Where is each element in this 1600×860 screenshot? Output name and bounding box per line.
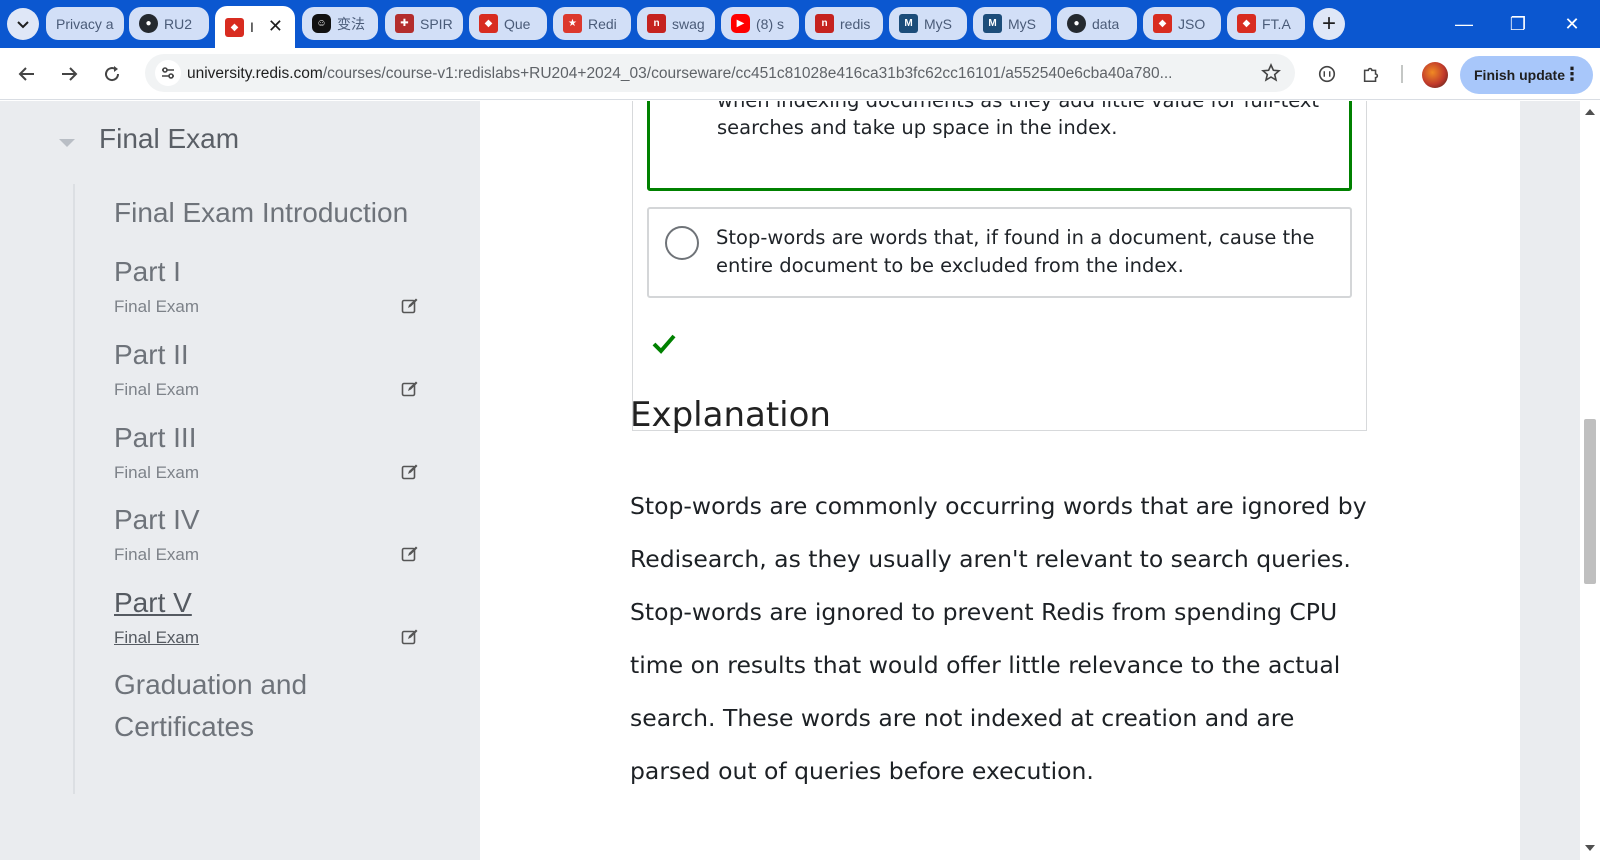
redis-cube-icon: ◆ [1153, 14, 1172, 33]
outline-divider [73, 184, 75, 794]
vertical-scrollbar[interactable] [1580, 101, 1600, 860]
nav-item-part-i[interactable]: Part I [114, 256, 181, 288]
minimize-icon: — [1455, 13, 1473, 34]
redis-cube-icon: ◆ [479, 14, 498, 33]
browser-tab[interactable]: ● data [1057, 7, 1137, 40]
minimize-button[interactable]: — [1452, 12, 1476, 36]
tab-search-button[interactable] [7, 8, 39, 40]
finish-update-label: Finish update [1474, 67, 1565, 83]
browser-tab[interactable]: ◆ FT.A [1227, 7, 1305, 40]
restore-button[interactable]: ❐ [1506, 12, 1530, 36]
redis-cube-icon: ◆ [1237, 14, 1256, 33]
github-icon: ● [139, 14, 158, 33]
nav-item-part-iv[interactable]: Part IV [114, 504, 200, 536]
restore-icon: ❐ [1509, 13, 1527, 34]
chat-bot-icon: ☺ [312, 14, 331, 33]
media-control-icon[interactable] [1316, 63, 1338, 85]
n-logo-icon: n [815, 14, 834, 33]
nav-item-subtitle[interactable]: Final Exam [114, 628, 199, 648]
plus-icon: + [1321, 10, 1336, 37]
mysql-icon: M [983, 14, 1002, 33]
browser-tab[interactable]: M MyS [973, 7, 1051, 40]
scroll-up-arrow-icon[interactable] [1585, 109, 1595, 115]
browser-tab[interactable]: ✚ SPIR [385, 7, 463, 40]
forward-button[interactable] [55, 60, 83, 88]
answer-option-text: Stop-words are commonly occurring words … [717, 101, 1319, 139]
course-outline-sidebar: Final Exam Final Exam Introduction Part … [0, 101, 480, 860]
finish-update-button[interactable]: Finish update ⋮ [1460, 56, 1593, 94]
nav-item-subtitle: Final Exam [114, 545, 200, 564]
explanation-heading: Explanation [630, 395, 831, 435]
edit-assignment-icon [401, 545, 419, 563]
nav-item-part-ii[interactable]: Part II [114, 339, 189, 371]
youtube-icon: ▶ [731, 14, 750, 33]
unit-content: Stop-words are commonly occurring words … [480, 101, 1520, 860]
edit-assignment-icon [401, 297, 419, 315]
nav-item-subtitle: Final Exam [114, 463, 200, 482]
browser-tab[interactable]: ◆ JSO [1143, 7, 1221, 40]
edit-assignment-icon [401, 628, 419, 646]
arrow-left-icon [18, 67, 34, 81]
close-window-button[interactable]: ✕ [1560, 12, 1584, 36]
browser-tab[interactable]: M MyS [889, 7, 967, 40]
browser-tab[interactable]: ● RU2 [129, 7, 209, 40]
profile-avatar[interactable] [1422, 62, 1448, 88]
answer-option-correct[interactable]: Stop-words are commonly occurring words … [647, 101, 1352, 191]
explanation-text: Stop-words are commonly occurring words … [630, 492, 1367, 785]
nav-item-part-iii[interactable]: Part III [114, 422, 196, 454]
scroll-down-arrow-icon[interactable] [1585, 845, 1595, 851]
shield-crest-icon: ✚ [395, 14, 414, 33]
nav-item-part-v-current[interactable]: Part V [114, 587, 192, 619]
back-button[interactable] [13, 60, 41, 88]
browser-tab[interactable]: n swag [637, 7, 715, 40]
browser-tab[interactable]: ☺ 变法 [302, 7, 378, 40]
nav-item-subtitle: Final Exam [114, 380, 200, 399]
close-icon: ✕ [1564, 13, 1580, 34]
browser-toolbar: university.redis.com/courses/course-v1:r… [0, 48, 1600, 100]
nav-item-graduation-and-certificates[interactable]: Graduation and Certificates [114, 664, 394, 748]
browser-tab[interactable]: ◆ Que [469, 7, 547, 40]
browser-tab[interactable]: Privacy a [46, 7, 124, 40]
toolbar-divider [1401, 65, 1403, 83]
reload-icon [105, 66, 120, 82]
close-tab-icon[interactable]: ✕ [268, 16, 283, 37]
radio-button[interactable] [665, 226, 699, 260]
browser-tab-active[interactable]: ◆ I ✕ [215, 6, 295, 48]
chevron-down-icon [17, 21, 29, 29]
scrollbar-thumb[interactable] [1584, 419, 1596, 584]
browser-tab[interactable]: n redis [805, 7, 883, 40]
section-title[interactable]: Final Exam [99, 123, 239, 155]
answer-option-text: Stop-words are words that, if found in a… [716, 226, 1315, 277]
caret-down-icon[interactable] [59, 139, 75, 147]
arrow-right-icon [62, 67, 78, 81]
url-host: university.redis.com [187, 65, 323, 82]
extensions-puzzle-icon[interactable] [1360, 63, 1382, 85]
nav-item-subtitle: Final Exam [114, 297, 200, 316]
page-right-margin [1520, 101, 1580, 860]
browser-tab[interactable]: ▶ (8) s [721, 7, 799, 40]
reload-button[interactable] [98, 60, 126, 88]
n-logo-icon: n [647, 14, 666, 33]
redis-logo-icon: ★ [563, 14, 582, 33]
github-icon: ● [1067, 14, 1086, 33]
nav-item-final-exam-introduction[interactable]: Final Exam Introduction [114, 197, 408, 229]
more-vert-icon: ⋮ [1563, 64, 1581, 84]
checkmark-icon [652, 331, 676, 355]
mysql-icon: M [899, 14, 918, 33]
site-info-icon[interactable] [155, 60, 181, 86]
url-path: /courses/course-v1:redislabs+RU204+2024_… [322, 65, 1173, 82]
redis-cube-icon: ◆ [225, 17, 244, 37]
browser-tab[interactable]: ★ Redi [553, 7, 631, 40]
address-bar[interactable]: university.redis.com/courses/course-v1:r… [145, 54, 1295, 92]
bookmark-star-icon[interactable] [1261, 63, 1281, 83]
edit-assignment-icon [401, 463, 419, 481]
browser-tab-strip: Privacy a ● RU2 ◆ I ✕ ☺ 变法 ✚ SPIR ◆ Que … [0, 0, 1600, 48]
answer-option[interactable]: Stop-words are words that, if found in a… [647, 207, 1352, 298]
url-text: university.redis.com/courses/course-v1:r… [187, 65, 1237, 83]
new-tab-button[interactable]: + [1313, 8, 1345, 40]
edit-assignment-icon [401, 380, 419, 398]
